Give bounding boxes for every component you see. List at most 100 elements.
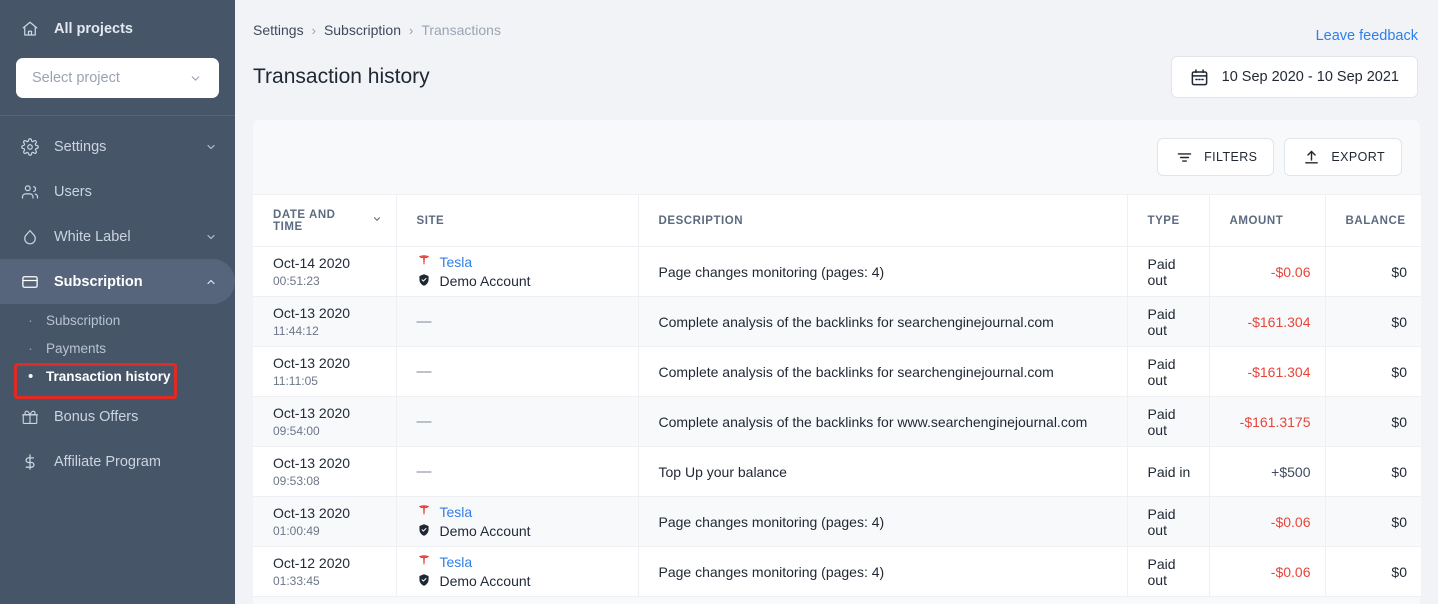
- export-button[interactable]: EXPORT: [1284, 138, 1402, 176]
- sort-control-date[interactable]: DATE AND TIME: [273, 209, 382, 233]
- table-body: Oct-14 2020 00:51:23 Tesla Demo Account Page…: [253, 246, 1421, 597]
- sidebar-item-label: Subscription: [54, 273, 143, 290]
- date-value: Oct-13 2020: [273, 505, 351, 522]
- cell-site: Tesla Demo Account: [396, 546, 639, 597]
- cell-amount: -$0.06: [1209, 546, 1326, 597]
- date-value: Oct-13 2020: [273, 455, 351, 472]
- site-line: Tesla: [417, 254, 624, 271]
- site-line: Tesla: [417, 504, 624, 521]
- cell-balance: $0: [1325, 246, 1421, 297]
- shield-check-icon: [417, 523, 431, 540]
- all-projects-label: All projects: [54, 21, 133, 37]
- topbar: Settings › Subscription › Transactions: [235, 0, 1438, 38]
- project-select-placeholder: Select project: [32, 70, 120, 86]
- time-value: 11:44:12: [273, 323, 319, 338]
- site-empty-dash: —: [416, 363, 432, 380]
- bullet-icon: ·: [28, 339, 33, 357]
- site-cell: Tesla Demo Account: [417, 554, 624, 590]
- export-label: EXPORT: [1331, 150, 1385, 164]
- cell-date-and-time: Oct-13 2020 11:44:12: [253, 296, 397, 347]
- time-value: 09:53:08: [273, 473, 320, 488]
- table-row[interactable]: Oct-12 2020 01:33:45 Tesla Demo Account Page…: [253, 546, 1421, 597]
- shield-check-icon: [417, 573, 431, 590]
- site-link[interactable]: Tesla: [440, 504, 473, 520]
- table-row[interactable]: Oct-13 2020 11:44:12 — Complete analysis of…: [253, 296, 1421, 347]
- site-empty-dash: —: [416, 313, 432, 330]
- column-header-amount: AMOUNT: [1209, 194, 1326, 247]
- sidebar-item-label: Affiliate Program: [54, 453, 161, 470]
- tesla-logo-icon: [417, 254, 431, 271]
- sidebar-subitem-subscription[interactable]: · Subscription: [0, 306, 235, 334]
- sidebar-item-affiliate-program[interactable]: Affiliate Program: [0, 439, 235, 484]
- date-value: Oct-13 2020: [273, 405, 351, 422]
- sidebar-item-label: White Label: [54, 228, 131, 245]
- cell-date-and-time: Oct-13 2020 09:53:08: [253, 446, 397, 497]
- sidebar-item-settings[interactable]: Settings: [0, 124, 235, 169]
- cell-date-and-time: Oct-13 2020 01:00:49: [253, 496, 397, 547]
- site-link[interactable]: Tesla: [440, 554, 473, 570]
- breadcrumb-item-settings[interactable]: Settings: [253, 22, 304, 38]
- sidebar-item-subscription[interactable]: Subscription: [0, 259, 235, 304]
- credit-card-icon: [20, 272, 40, 292]
- main-content: Settings › Subscription › Transactions L…: [235, 0, 1438, 604]
- column-header-date-and-time[interactable]: DATE AND TIME: [253, 194, 397, 247]
- cell-description: Complete analysis of the backlinks for s…: [638, 346, 1128, 397]
- breadcrumb-separator-icon: ›: [311, 22, 316, 38]
- cell-site: Tesla Demo Account: [396, 496, 639, 547]
- cell-balance: $0: [1325, 446, 1421, 497]
- table-row[interactable]: Oct-13 2020 09:54:00 — Complete analysis of…: [253, 396, 1421, 447]
- sidebar-item-label: Settings: [54, 138, 107, 155]
- app-root: All projects Select project Settings Use…: [0, 0, 1438, 604]
- cell-site: —: [396, 346, 639, 397]
- sidebar-subitem-label: Payments: [46, 340, 107, 356]
- table-row[interactable]: Oct-13 2020 01:00:49 Tesla Demo Account Page…: [253, 496, 1421, 547]
- tesla-logo-icon: [417, 554, 431, 571]
- account-name: Demo Account: [439, 273, 531, 289]
- site-cell: Tesla Demo Account: [417, 504, 624, 540]
- column-label: SITE: [416, 214, 445, 227]
- column-header-balance: BALANCE: [1325, 194, 1421, 247]
- cell-description: Page changes monitoring (pages: 4): [638, 496, 1128, 547]
- account-line: Demo Account: [417, 523, 624, 540]
- table-row[interactable]: Oct-14 2020 00:51:23 Tesla Demo Account Page…: [253, 246, 1421, 297]
- droplet-icon: [20, 227, 40, 247]
- site-link[interactable]: Tesla: [440, 254, 473, 270]
- site-empty-dash: —: [416, 413, 432, 430]
- time-value: 01:00:49: [273, 523, 320, 538]
- sidebar-subitem-payments[interactable]: · Payments: [0, 334, 235, 362]
- column-header-type: TYPE: [1127, 194, 1210, 247]
- site-empty-dash: —: [416, 463, 432, 480]
- transactions-card: FILTERS EXPORT DATE AND TIME SITE DESCRI…: [253, 120, 1421, 604]
- breadcrumb-item-subscription[interactable]: Subscription: [324, 22, 401, 38]
- cell-site: Tesla Demo Account: [396, 246, 639, 297]
- chevron-down-icon: [205, 141, 217, 153]
- calendar-icon: [1190, 67, 1210, 87]
- sidebar-subitem-transaction-history[interactable]: • Transaction history: [0, 362, 235, 390]
- cell-site: —: [396, 396, 639, 447]
- column-header-site: SITE: [396, 194, 639, 247]
- account-line: Demo Account: [417, 273, 624, 290]
- filters-button[interactable]: FILTERS: [1157, 138, 1275, 176]
- chevron-up-icon: [205, 276, 217, 288]
- cell-description: Page changes monitoring (pages: 4): [638, 546, 1128, 597]
- sidebar-item-all-projects[interactable]: All projects: [16, 12, 219, 46]
- gear-icon: [20, 137, 40, 157]
- date-range-picker[interactable]: 10 Sep 2020 - 10 Sep 2021: [1170, 56, 1418, 98]
- cell-description: Complete analysis of the backlinks for s…: [638, 296, 1128, 347]
- account-line: Demo Account: [417, 573, 624, 590]
- sidebar-item-white-label[interactable]: White Label: [0, 214, 235, 259]
- table-toolbar: FILTERS EXPORT: [253, 120, 1420, 194]
- table-row[interactable]: Oct-13 2020 11:11:05 — Complete analysis of…: [253, 346, 1421, 397]
- table-row[interactable]: Oct-13 2020 09:53:08 — Top Up your balance P…: [253, 446, 1421, 497]
- home-icon: [20, 19, 40, 39]
- transactions-table: DATE AND TIME SITE DESCRIPTION TYPE AMOU…: [253, 194, 1421, 597]
- cell-amount: +$500: [1209, 446, 1326, 497]
- sidebar-item-users[interactable]: Users: [0, 169, 235, 214]
- page-title: Transaction history: [253, 65, 430, 88]
- sidebar-item-bonus-offers[interactable]: Bonus Offers: [0, 394, 235, 439]
- sidebar-item-label: Bonus Offers: [54, 408, 139, 425]
- table-header-row: DATE AND TIME SITE DESCRIPTION TYPE AMOU…: [253, 194, 1421, 247]
- tesla-logo-icon: [417, 504, 431, 521]
- leave-feedback-link[interactable]: Leave feedback: [1316, 28, 1418, 44]
- project-select[interactable]: Select project: [16, 58, 219, 98]
